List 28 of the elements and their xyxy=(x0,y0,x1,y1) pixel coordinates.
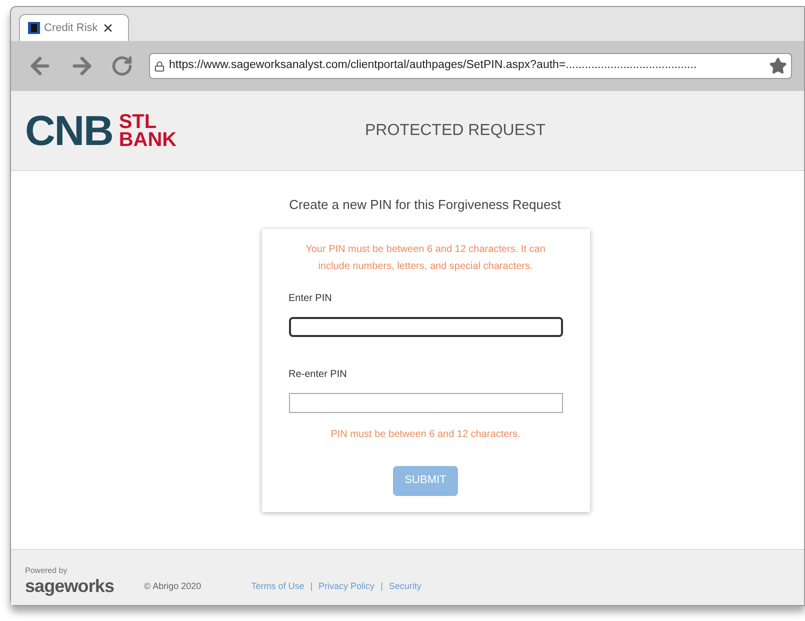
copyright-text: © Abrigo 2020 xyxy=(144,580,202,593)
brand-logo-text: sageworks xyxy=(25,577,114,595)
page-icon xyxy=(28,22,40,34)
field-label: Re-enter PIN xyxy=(288,368,348,382)
separator-text: | xyxy=(310,580,313,593)
field-label: Enter PIN xyxy=(288,292,333,306)
logo-text: BANK xyxy=(118,130,177,148)
lock-icon xyxy=(154,60,165,72)
tab-title: Credit Risk xyxy=(44,20,98,36)
url-text: https://www.sageworksanalyst.com/clientportal/authpages/SetPIN.aspx?auth=......................................... xyxy=(169,58,698,74)
logo-text: CNB xyxy=(25,110,113,152)
footer-link[interactable]: Security xyxy=(388,580,422,593)
browser-tab[interactable]: Credit Risk xyxy=(19,14,129,41)
bookmark-star-icon[interactable] xyxy=(769,57,787,75)
logo-text: STL xyxy=(118,112,157,130)
error-message: PIN must be between 6 and 12 characters. xyxy=(330,428,522,442)
pin-field[interactable] xyxy=(288,316,562,336)
footer-link[interactable]: Terms of Use xyxy=(251,580,304,593)
page-title: PROTECTED REQUEST xyxy=(365,120,546,140)
pin-field[interactable] xyxy=(288,392,562,412)
form-heading: Create a new PIN for this Forgiveness Request xyxy=(288,196,561,214)
close-icon[interactable] xyxy=(102,22,114,34)
address-bar[interactable]: https://www.sageworksanalyst.com/clientportal/authpages/SetPIN.aspx?auth=......................................... xyxy=(149,53,792,79)
separator-text: | xyxy=(380,580,383,593)
footer-link[interactable]: Privacy Policy xyxy=(318,580,375,593)
powered-by-text: Powered by xyxy=(25,565,68,577)
hint-text: Your PIN must be between 6 and 12 characters. It can include numbers, letters, and special characters. xyxy=(304,242,546,274)
reload-icon[interactable] xyxy=(111,55,133,77)
